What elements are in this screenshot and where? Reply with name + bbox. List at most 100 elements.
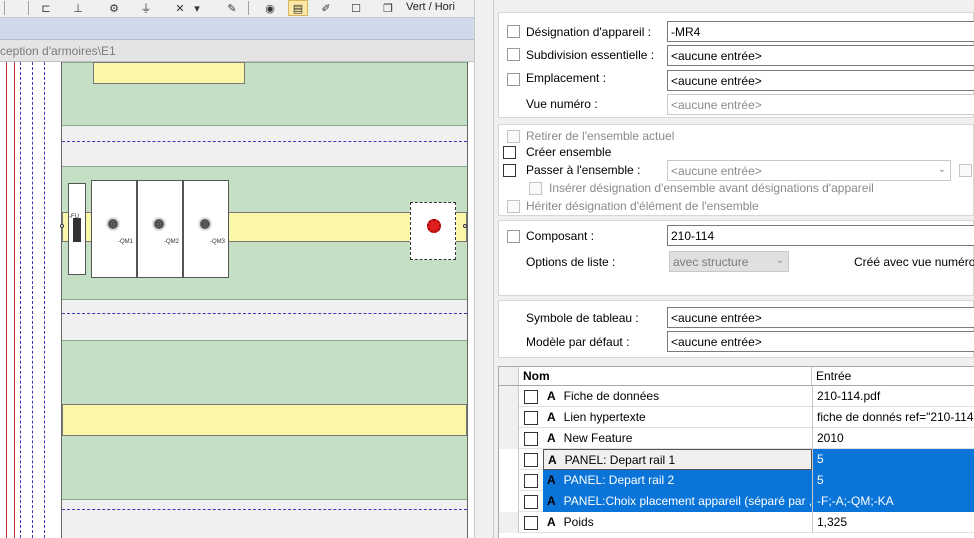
motor-protector-qm2[interactable]: -QM2 <box>137 180 183 278</box>
rail-handle[interactable] <box>463 224 467 228</box>
creer-label: Créer ensemble <box>526 145 612 159</box>
page-path: ception d'armoires\E1 <box>0 44 116 58</box>
chevron-down-icon: ⌄ <box>775 255 784 266</box>
passer-checkbox[interactable] <box>503 164 516 177</box>
grid-row[interactable]: A New Feature 2010 <box>499 428 974 449</box>
row-value[interactable]: -F;-A;-QM;-KA <box>812 491 974 512</box>
inserer-checkbox <box>529 182 542 195</box>
ensemble-group: Retirer de l'ensemble actuel Créer ensem… <box>498 124 974 216</box>
grid-row-selected[interactable]: A PANEL: Depart rail 2 5 <box>499 470 974 491</box>
pencil-icon[interactable]: ✐ <box>316 0 336 16</box>
row-name: PANEL: Depart rail 2 <box>563 473 675 487</box>
row-value[interactable]: 210-114.pdf <box>812 386 974 407</box>
toolbar-separator <box>4 1 5 15</box>
panel-gap <box>62 500 467 538</box>
row-checkbox[interactable] <box>524 516 538 530</box>
grid-row[interactable]: A Fiche de données 210-114.pdf <box>499 386 974 407</box>
motor-protector-qm1[interactable]: -QM1 <box>91 180 137 278</box>
row-checkbox[interactable] <box>524 411 538 425</box>
row-checkbox[interactable] <box>524 474 538 488</box>
dashed-guide <box>62 141 467 142</box>
row-checkbox[interactable] <box>524 495 538 509</box>
row-value[interactable]: 5 <box>812 449 974 470</box>
row-value[interactable]: 1,325 <box>812 512 974 533</box>
row-checkbox[interactable] <box>524 390 538 404</box>
copy-icon[interactable]: ❐ <box>378 0 398 16</box>
earth-icon[interactable]: ⏚ <box>136 0 156 16</box>
toolbar-separator <box>28 1 29 15</box>
grid-header-name[interactable]: Nom <box>519 367 812 386</box>
heriter-checkbox <box>507 200 520 213</box>
attribute-icon: A <box>547 494 556 508</box>
attribute-icon: A <box>547 410 556 424</box>
emplacement-checkbox[interactable] <box>507 73 520 86</box>
fuse-body <box>73 218 81 242</box>
grid-row-selected[interactable]: A PANEL:Choix placement appareil (séparé … <box>499 491 974 512</box>
row-name: PANEL:Choix placement appareil (séparé p… <box>563 494 812 508</box>
subdivision-label: Subdivision essentielle : <box>526 48 655 62</box>
splitter[interactable] <box>474 0 494 538</box>
fuse-label: -FU <box>69 214 79 220</box>
properties-grid: Nom Entrée A Fiche de données 210-114.pdf… <box>498 366 974 538</box>
ground-icon[interactable]: ⊥ <box>68 0 88 16</box>
passer-value: <aucune entrée> <box>671 164 762 178</box>
wire-duct[interactable] <box>93 62 245 84</box>
cad-toolbar: ⊏ ⊥ ⚙ ⏚ ✕ ▾ ✎ ◉ ▤ ✐ ☐ ❐ Vert / Hori <box>0 0 474 18</box>
row-checkbox[interactable] <box>524 432 538 446</box>
relay-component-selected[interactable] <box>410 202 456 260</box>
fuse-component[interactable]: -FU <box>68 183 86 275</box>
attribute-icon: A <box>547 389 556 403</box>
comment-icon[interactable]: ☐ <box>346 0 366 16</box>
wire-duct[interactable] <box>62 404 467 436</box>
frame-line <box>32 62 33 538</box>
options-value: avec structure <box>673 255 749 269</box>
properties-pane: Désignation d'appareil : -MR4 Subdivisio… <box>494 0 974 538</box>
dashed-guide <box>62 509 467 510</box>
row-value[interactable]: 5 <box>812 470 974 491</box>
sheet-icon[interactable]: ▤ <box>288 0 308 16</box>
row-name: Poids <box>563 515 594 529</box>
page-path-bar: ception d'armoires\E1 <box>0 40 474 62</box>
vert-hori-button[interactable]: Vert / Hori <box>406 0 455 16</box>
palette-icon[interactable]: ◉ <box>260 0 280 16</box>
designation-field[interactable]: -MR4 <box>667 21 974 42</box>
dashed-guide <box>62 313 467 314</box>
modele-field[interactable]: <aucune entrée> <box>667 331 974 352</box>
motor-protector-qm3[interactable]: -QM3 <box>183 180 229 278</box>
terminal-icon[interactable]: ⊏ <box>36 0 56 16</box>
frame-line <box>467 62 468 538</box>
grid-row-focused[interactable]: A PANEL: Depart rail 1 5 <box>499 449 974 470</box>
symbole-label: Symbole de tableau : <box>526 311 639 325</box>
gear-icon[interactable]: ⚙ <box>104 0 124 16</box>
row-name: Lien hypertexte <box>563 410 646 424</box>
options-label: Options de liste : <box>526 255 616 269</box>
dropdown-arrow-icon[interactable]: ▾ <box>192 0 202 16</box>
rotary-knob-icon <box>106 217 120 231</box>
grid-row[interactable]: A Poids 1,325 <box>499 512 974 533</box>
subdivision-field[interactable]: <aucune entrée> <box>667 45 974 66</box>
frame-line <box>6 62 7 538</box>
composant-checkbox[interactable] <box>507 230 520 243</box>
designation-checkbox[interactable] <box>507 25 520 38</box>
grid-header-value[interactable]: Entrée <box>812 367 974 386</box>
edit-icon[interactable]: ✎ <box>222 0 242 16</box>
row-indicator <box>499 428 519 449</box>
vue-label: Vue numéro : <box>526 97 598 111</box>
row-checkbox[interactable] <box>524 453 538 467</box>
rail-handle[interactable] <box>60 224 64 228</box>
grid-row[interactable]: A Lien hypertexte fiche de donnés ref="21… <box>499 407 974 428</box>
symbole-field[interactable]: <aucune entrée> <box>667 307 974 328</box>
subdivision-checkbox[interactable] <box>507 48 520 61</box>
cross-icon[interactable]: ✕ <box>170 0 190 16</box>
rotary-knob-icon <box>198 217 212 231</box>
composant-group: Composant : 210-114 Options de liste : a… <box>498 220 974 296</box>
drawing-canvas[interactable]: -FU -QM1 -QM2 -QM3 <box>0 62 474 538</box>
grid-corner <box>499 367 519 386</box>
row-value[interactable]: 2010 <box>812 428 974 449</box>
qm1-label: -QM1 <box>118 239 133 245</box>
creer-checkbox[interactable] <box>503 146 516 159</box>
composant-field[interactable]: 210-114 <box>667 225 974 246</box>
panel-gap <box>62 300 467 340</box>
row-value[interactable]: fiche de donnés ref="210-114. <box>812 407 974 428</box>
emplacement-field[interactable]: <aucune entrée> <box>667 70 974 91</box>
